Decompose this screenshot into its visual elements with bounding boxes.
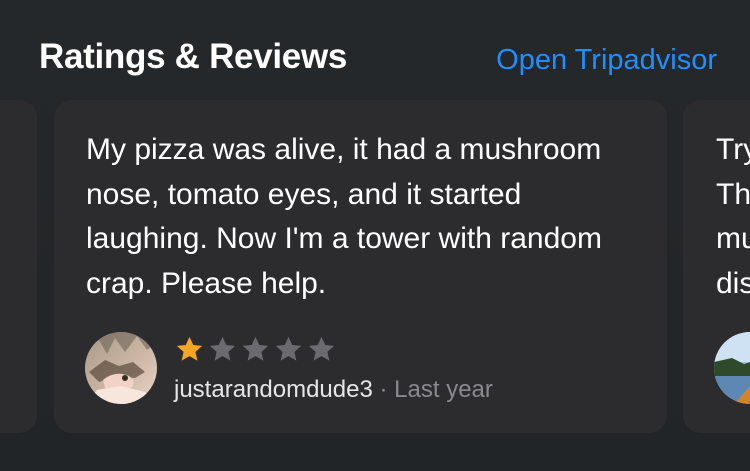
review-text-preview: Try Th mu dis	[716, 128, 750, 306]
avatar	[714, 332, 750, 404]
star-empty-icon	[308, 336, 335, 361]
star-filled-icon	[176, 336, 203, 361]
review-card-next[interactable]: Try Th mu dis	[683, 100, 750, 433]
review-card[interactable]: My pizza was alive, it had a mushroom no…	[54, 100, 667, 433]
review-meta: justarandomdude3 · Last year	[174, 374, 493, 406]
star-empty-icon	[275, 336, 302, 361]
ratings-reviews-section: Ratings & Reviews Open Tripadvisor My pi…	[0, 0, 750, 471]
meta-separator: ·	[379, 376, 388, 403]
section-title: Ratings & Reviews	[39, 37, 348, 76]
review-card-previous[interactable]	[0, 100, 37, 433]
star-empty-icon	[209, 336, 236, 361]
avatar	[85, 332, 157, 404]
preview-line: dis	[716, 266, 750, 300]
star-empty-icon	[242, 336, 269, 361]
preview-line: Th	[716, 177, 750, 211]
preview-line: Try	[716, 133, 750, 166]
preview-line: mu	[716, 222, 750, 255]
review-text: My pizza was alive, it had a mushroom no…	[86, 133, 602, 300]
open-tripadvisor-link[interactable]: Open Tripadvisor	[496, 42, 717, 78]
author-name: justarandomdude3	[174, 376, 373, 403]
review-time: Last year	[394, 376, 493, 403]
star-rating	[174, 334, 337, 365]
